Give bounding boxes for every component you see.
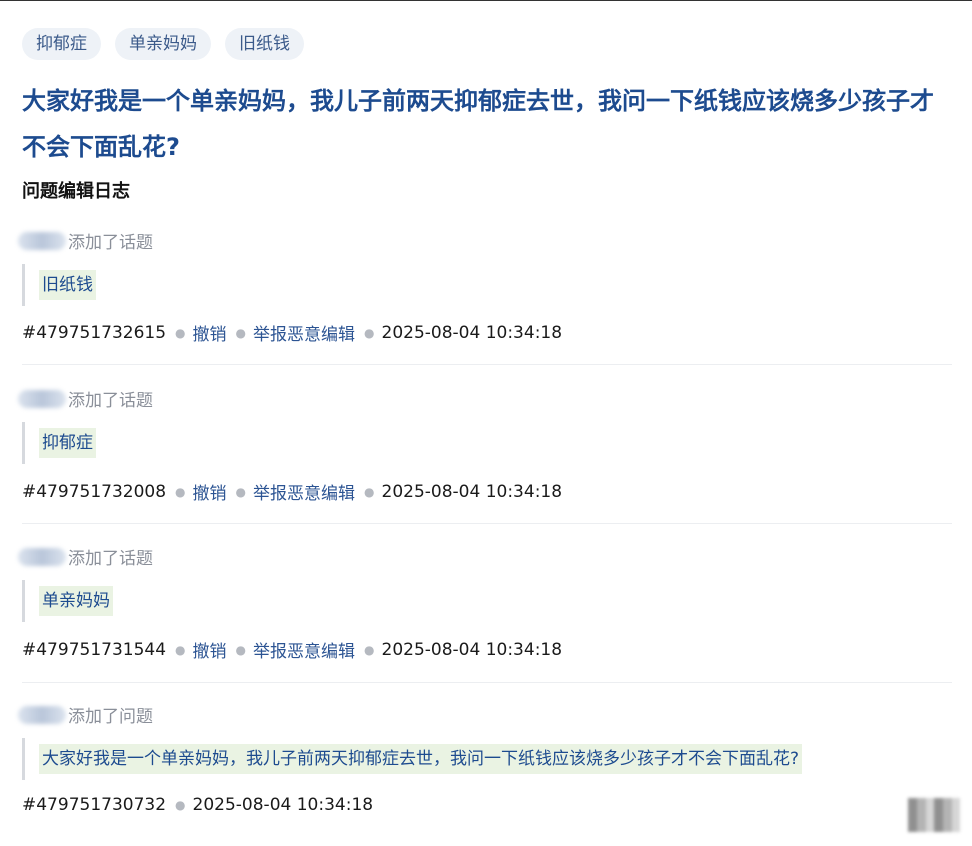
blurred-watermark xyxy=(908,798,960,832)
log-time: 2025-08-04 10:34:18 xyxy=(381,481,563,502)
blurred-username xyxy=(18,389,66,408)
undo-link[interactable]: 撤销 xyxy=(193,479,227,504)
report-link[interactable]: 举报恶意编辑 xyxy=(253,637,355,662)
divider xyxy=(22,523,952,524)
log-content-text[interactable]: 单亲妈妈 xyxy=(39,586,113,616)
log-content: 旧纸钱 xyxy=(22,264,96,306)
report-link[interactable]: 举报恶意编辑 xyxy=(253,320,355,345)
log-action: 添加了话题 xyxy=(68,391,153,411)
question-title[interactable]: 大家好我是一个单亲妈妈，我儿子前两天抑郁症去世，我问一下纸钱应该烧多少孩子才不会… xyxy=(22,78,952,170)
tag-old-paper-money[interactable]: 旧纸钱 xyxy=(225,28,304,60)
undo-link[interactable]: 撤销 xyxy=(193,320,227,345)
separator-dot: ● xyxy=(235,484,247,499)
log-content-text[interactable]: 大家好我是一个单亲妈妈，我儿子前两天抑郁症去世，我问一下纸钱应该烧多少孩子才不会… xyxy=(39,744,803,774)
log-id: #479751731544 xyxy=(22,639,167,660)
log-content: 大家好我是一个单亲妈妈，我儿子前两天抑郁症去世，我问一下纸钱应该烧多少孩子才不会… xyxy=(22,738,803,780)
log-actor: 添加了话题 xyxy=(18,386,153,411)
log-id: #479751732615 xyxy=(22,322,167,343)
log-actor: 添加了问题 xyxy=(18,702,153,727)
log-meta: #479751731544 ● 撤销 ● 举报恶意编辑 ● 2025-08-04… xyxy=(22,637,563,663)
log-meta: #479751730732 ● 2025-08-04 10:34:18 xyxy=(22,795,373,815)
log-content: 抑郁症 xyxy=(22,422,96,464)
tag-depression[interactable]: 抑郁症 xyxy=(22,28,101,60)
log-id: #479751732008 xyxy=(22,481,167,502)
separator-dot: ● xyxy=(235,642,247,657)
log-content: 单亲妈妈 xyxy=(22,580,113,622)
top-border xyxy=(0,0,972,1)
blurred-username xyxy=(18,231,66,250)
log-actor: 添加了话题 xyxy=(18,228,153,253)
log-action: 添加了问题 xyxy=(68,707,153,727)
log-time: 2025-08-04 10:34:18 xyxy=(381,639,563,660)
separator-dot: ● xyxy=(175,484,186,499)
log-title: 问题编辑日志 xyxy=(22,181,130,202)
log-meta: #479751732615 ● 撤销 ● 举报恶意编辑 ● 2025-08-04… xyxy=(22,320,563,346)
log-content-text[interactable]: 旧纸钱 xyxy=(39,270,96,300)
separator-dot: ● xyxy=(364,484,375,499)
separator-dot: ● xyxy=(364,642,375,657)
log-action: 添加了话题 xyxy=(68,233,153,253)
separator-dot: ● xyxy=(175,642,186,657)
report-link[interactable]: 举报恶意编辑 xyxy=(253,479,355,504)
tag-single-mother[interactable]: 单亲妈妈 xyxy=(115,28,211,60)
blurred-username xyxy=(18,705,66,724)
separator-dot: ● xyxy=(235,325,247,340)
undo-link[interactable]: 撤销 xyxy=(193,637,227,662)
separator-dot: ● xyxy=(175,325,186,340)
separator-dot: ● xyxy=(175,798,186,812)
log-meta: #479751732008 ● 撤销 ● 举报恶意编辑 ● 2025-08-04… xyxy=(22,479,563,505)
log-id: #479751730732 xyxy=(22,795,167,815)
divider xyxy=(22,364,952,365)
blurred-username xyxy=(18,547,66,566)
topic-tags: 抑郁症 单亲妈妈 旧纸钱 xyxy=(22,28,304,60)
log-action: 添加了话题 xyxy=(68,549,153,569)
separator-dot: ● xyxy=(364,325,375,340)
log-content-text[interactable]: 抑郁症 xyxy=(39,428,96,458)
log-time: 2025-08-04 10:34:18 xyxy=(381,322,563,343)
log-time: 2025-08-04 10:34:18 xyxy=(192,795,374,815)
log-actor: 添加了话题 xyxy=(18,544,153,569)
divider xyxy=(22,682,952,683)
